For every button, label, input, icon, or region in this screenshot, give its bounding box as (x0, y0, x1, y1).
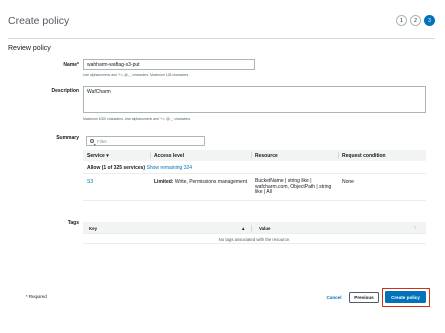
create-policy-highlight: Create policy (382, 288, 430, 307)
description-hint: Maximum 1000 characters. Use alphanumeri… (83, 117, 192, 121)
summary-filter-input[interactable]: Filter (86, 136, 205, 146)
header-divider (8, 38, 435, 39)
tags-column-key[interactable]: Key (89, 226, 97, 231)
access-level-rest: Write, Permissions management (173, 179, 247, 185)
policy-name-input[interactable] (83, 59, 255, 70)
column-header-service[interactable]: Service ▾ (87, 153, 109, 159)
column-separator (251, 152, 252, 159)
access-level-bold: Limited: (154, 179, 174, 185)
column-header-resource[interactable]: Resource (255, 153, 278, 159)
search-icon (89, 139, 94, 144)
show-remaining-link[interactable]: Show remaining 324 (146, 165, 192, 171)
column-service-label: Service (87, 153, 105, 159)
column-separator (150, 152, 151, 159)
tags-label: Tags (67, 220, 79, 226)
summary-group-row: Allow (1 of 325 services) Show remaining… (83, 161, 426, 174)
request-condition-cell: None (342, 179, 354, 185)
resource-line-3: like | All (255, 189, 272, 196)
cancel-button[interactable]: Cancel (322, 292, 346, 303)
step-3[interactable]: 3 (424, 15, 435, 26)
table-row: S3 Limited: Write, Permissions managemen… (83, 174, 426, 201)
description-label: Description (51, 88, 79, 94)
service-s3-link[interactable]: S3 (87, 179, 93, 185)
required-note: * Required (26, 294, 47, 299)
previous-button[interactable]: Previous (349, 292, 379, 303)
resource-cell: BucketName | string like | wafcharm.com,… (255, 178, 331, 196)
name-label: Name* (63, 62, 79, 68)
summary-header-row: Service ▾ Access level Resource Request … (83, 150, 426, 161)
column-separator (338, 152, 339, 159)
tags-empty-message: No tags associated with the resource. (83, 234, 426, 244)
column-header-request-condition[interactable]: Request condition (342, 153, 386, 159)
sort-neutral-icon[interactable]: ▿ (414, 225, 417, 231)
filter-placeholder: Filter (97, 139, 107, 144)
step-indicator: 1 2 3 (396, 15, 435, 26)
create-policy-button[interactable]: Create policy (385, 291, 426, 303)
page-title: Create policy (8, 15, 70, 27)
sort-down-icon: ▾ (106, 153, 109, 159)
summary-table: Service ▾ Access level Resource Request … (83, 150, 426, 205)
group-allow-text: Allow (1 of 325 services) (87, 165, 146, 171)
sort-up-icon[interactable]: ▲ (241, 226, 245, 231)
tags-table-header: Key ▲ Value ▿ (83, 222, 426, 234)
step-2[interactable]: 2 (410, 15, 421, 26)
name-hint: Use alphanumeric and '+=,.@-_' character… (83, 73, 190, 77)
column-header-access-level[interactable]: Access level (154, 153, 184, 159)
summary-label: Summary (56, 135, 79, 141)
policy-description-input[interactable]: WafCharm (83, 86, 426, 113)
step-1[interactable]: 1 (396, 15, 407, 26)
access-level-cell: Limited: Write, Permissions management (154, 179, 247, 185)
column-separator (251, 224, 252, 232)
tags-column-value[interactable]: Value (259, 226, 270, 231)
section-title: Review policy (8, 45, 51, 52)
